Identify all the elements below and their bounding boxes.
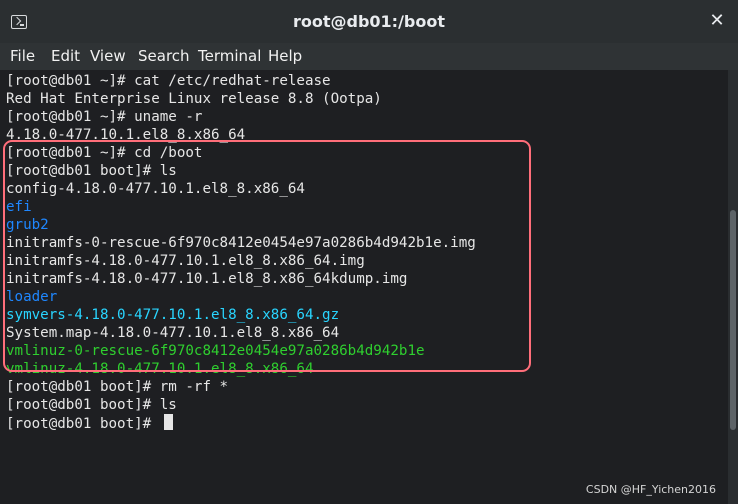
- close-button[interactable]: ✕: [708, 12, 726, 30]
- menu-bar: File Edit View Search Terminal Help: [0, 43, 738, 70]
- terminal-line: [root@db01 boot]# ls: [6, 397, 177, 413]
- watermark-text: CSDN @HF_Yichen2016: [585, 483, 716, 496]
- terminal-prompt-line: [root@db01 boot]#: [6, 414, 173, 433]
- prompt-text: [root@db01 boot]#: [6, 416, 160, 432]
- menu-terminal[interactable]: Terminal: [198, 47, 261, 65]
- terminal-line: [root@db01 boot]# rm -rf *: [6, 379, 229, 395]
- menu-help[interactable]: Help: [268, 47, 302, 65]
- terminal-window: root@db01:/boot ✕ File Edit View Search …: [0, 0, 738, 504]
- scrollbar-thumb[interactable]: [730, 210, 736, 430]
- terminal-line: [root@db01 ~]# cat /etc/redhat-release: [6, 73, 331, 89]
- terminal-line: Red Hat Enterprise Linux release 8.8 (Oo…: [6, 91, 382, 107]
- menu-view[interactable]: View: [90, 47, 126, 65]
- window-title: root@db01:/boot: [292, 12, 446, 31]
- terminal-line: [root@db01 ~]# uname -r: [6, 109, 203, 125]
- highlight-box: [3, 140, 531, 372]
- text-cursor: [163, 414, 173, 430]
- title-bar: root@db01:/boot ✕: [0, 0, 738, 43]
- menu-file[interactable]: File: [10, 47, 35, 65]
- scrollbar[interactable]: [728, 70, 738, 504]
- close-icon: ✕: [709, 10, 725, 31]
- menu-edit[interactable]: Edit: [51, 47, 80, 65]
- menu-search[interactable]: Search: [138, 47, 190, 65]
